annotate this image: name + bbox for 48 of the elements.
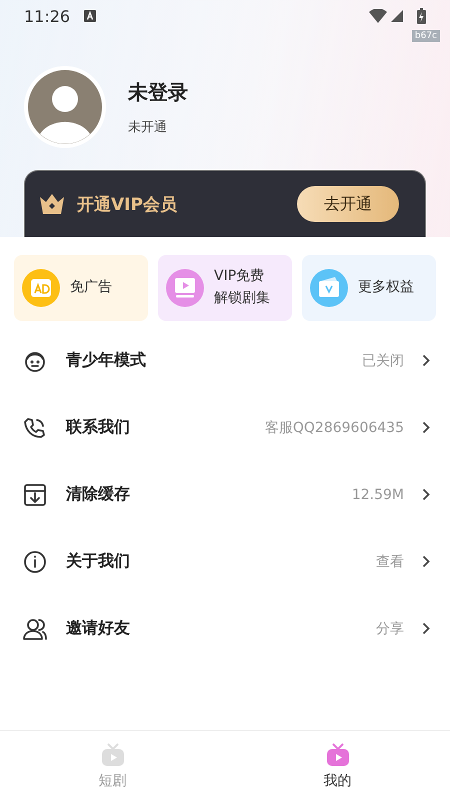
- menu-label: 关于我们: [66, 551, 131, 572]
- tv-play-icon: [324, 742, 350, 768]
- menu-label: 联系我们: [66, 417, 131, 438]
- perk-label: VIP免费解锁剧集: [214, 267, 271, 308]
- vip-card-icon: [310, 269, 348, 307]
- battery-icon: [417, 8, 426, 24]
- menu-label: 清除缓存: [66, 484, 131, 505]
- membership-status: 未开通: [128, 118, 168, 136]
- tv-play-icon: [100, 742, 126, 768]
- menu-item[interactable]: 联系我们 客服QQ2869606435: [0, 394, 450, 461]
- tab-label: 短剧: [98, 772, 126, 790]
- menu-item[interactable]: 青少年模式 已关闭: [0, 327, 450, 394]
- signal-icon: [391, 10, 403, 22]
- avatar-icon: [24, 66, 106, 148]
- crown-icon: [39, 193, 65, 215]
- perk-card[interactable]: 更多权益: [302, 255, 436, 321]
- wifi-icon: [369, 9, 387, 23]
- menu-value: 12.59M: [352, 486, 404, 502]
- chevron-right-icon: [422, 421, 430, 434]
- chevron-right-icon: [422, 488, 430, 501]
- ad-icon: [22, 269, 60, 307]
- tab-label: 我的: [324, 772, 352, 790]
- tv-play-icon: [166, 269, 204, 307]
- menu-value: 查看: [376, 552, 404, 570]
- nav-tab[interactable]: 我的: [225, 731, 450, 800]
- menu-label: 青少年模式: [66, 350, 147, 371]
- perk-label: 免广告: [70, 278, 112, 298]
- vip-title: 开通VIP会员: [77, 194, 178, 216]
- perk-card[interactable]: 免广告: [14, 255, 148, 321]
- chevron-right-icon: [422, 354, 430, 367]
- menu-value: 客服QQ2869606435: [264, 418, 404, 436]
- status-time: 11:26: [24, 6, 70, 26]
- debug-tag: b67c: [412, 30, 440, 42]
- chevron-right-icon: [422, 622, 430, 635]
- perk-label: 更多权益: [358, 278, 414, 298]
- info-icon: [22, 548, 48, 574]
- menu-item[interactable]: 清除缓存 12.59M: [0, 461, 450, 528]
- download-box-icon: [22, 482, 48, 508]
- chevron-right-icon: [422, 555, 430, 568]
- user-name: 未登录: [128, 78, 188, 106]
- menu-item[interactable]: 关于我们 查看: [0, 528, 450, 595]
- menu-value: 已关闭: [362, 352, 404, 370]
- menu-value: 分享: [376, 620, 404, 638]
- menu-item[interactable]: 邀请好友 分享: [0, 595, 450, 662]
- activate-button[interactable]: 去开通: [297, 186, 399, 222]
- menu-label: 邀请好友: [66, 618, 131, 639]
- perk-card[interactable]: VIP免费解锁剧集: [158, 255, 292, 321]
- keyboard-a-icon: [84, 10, 96, 22]
